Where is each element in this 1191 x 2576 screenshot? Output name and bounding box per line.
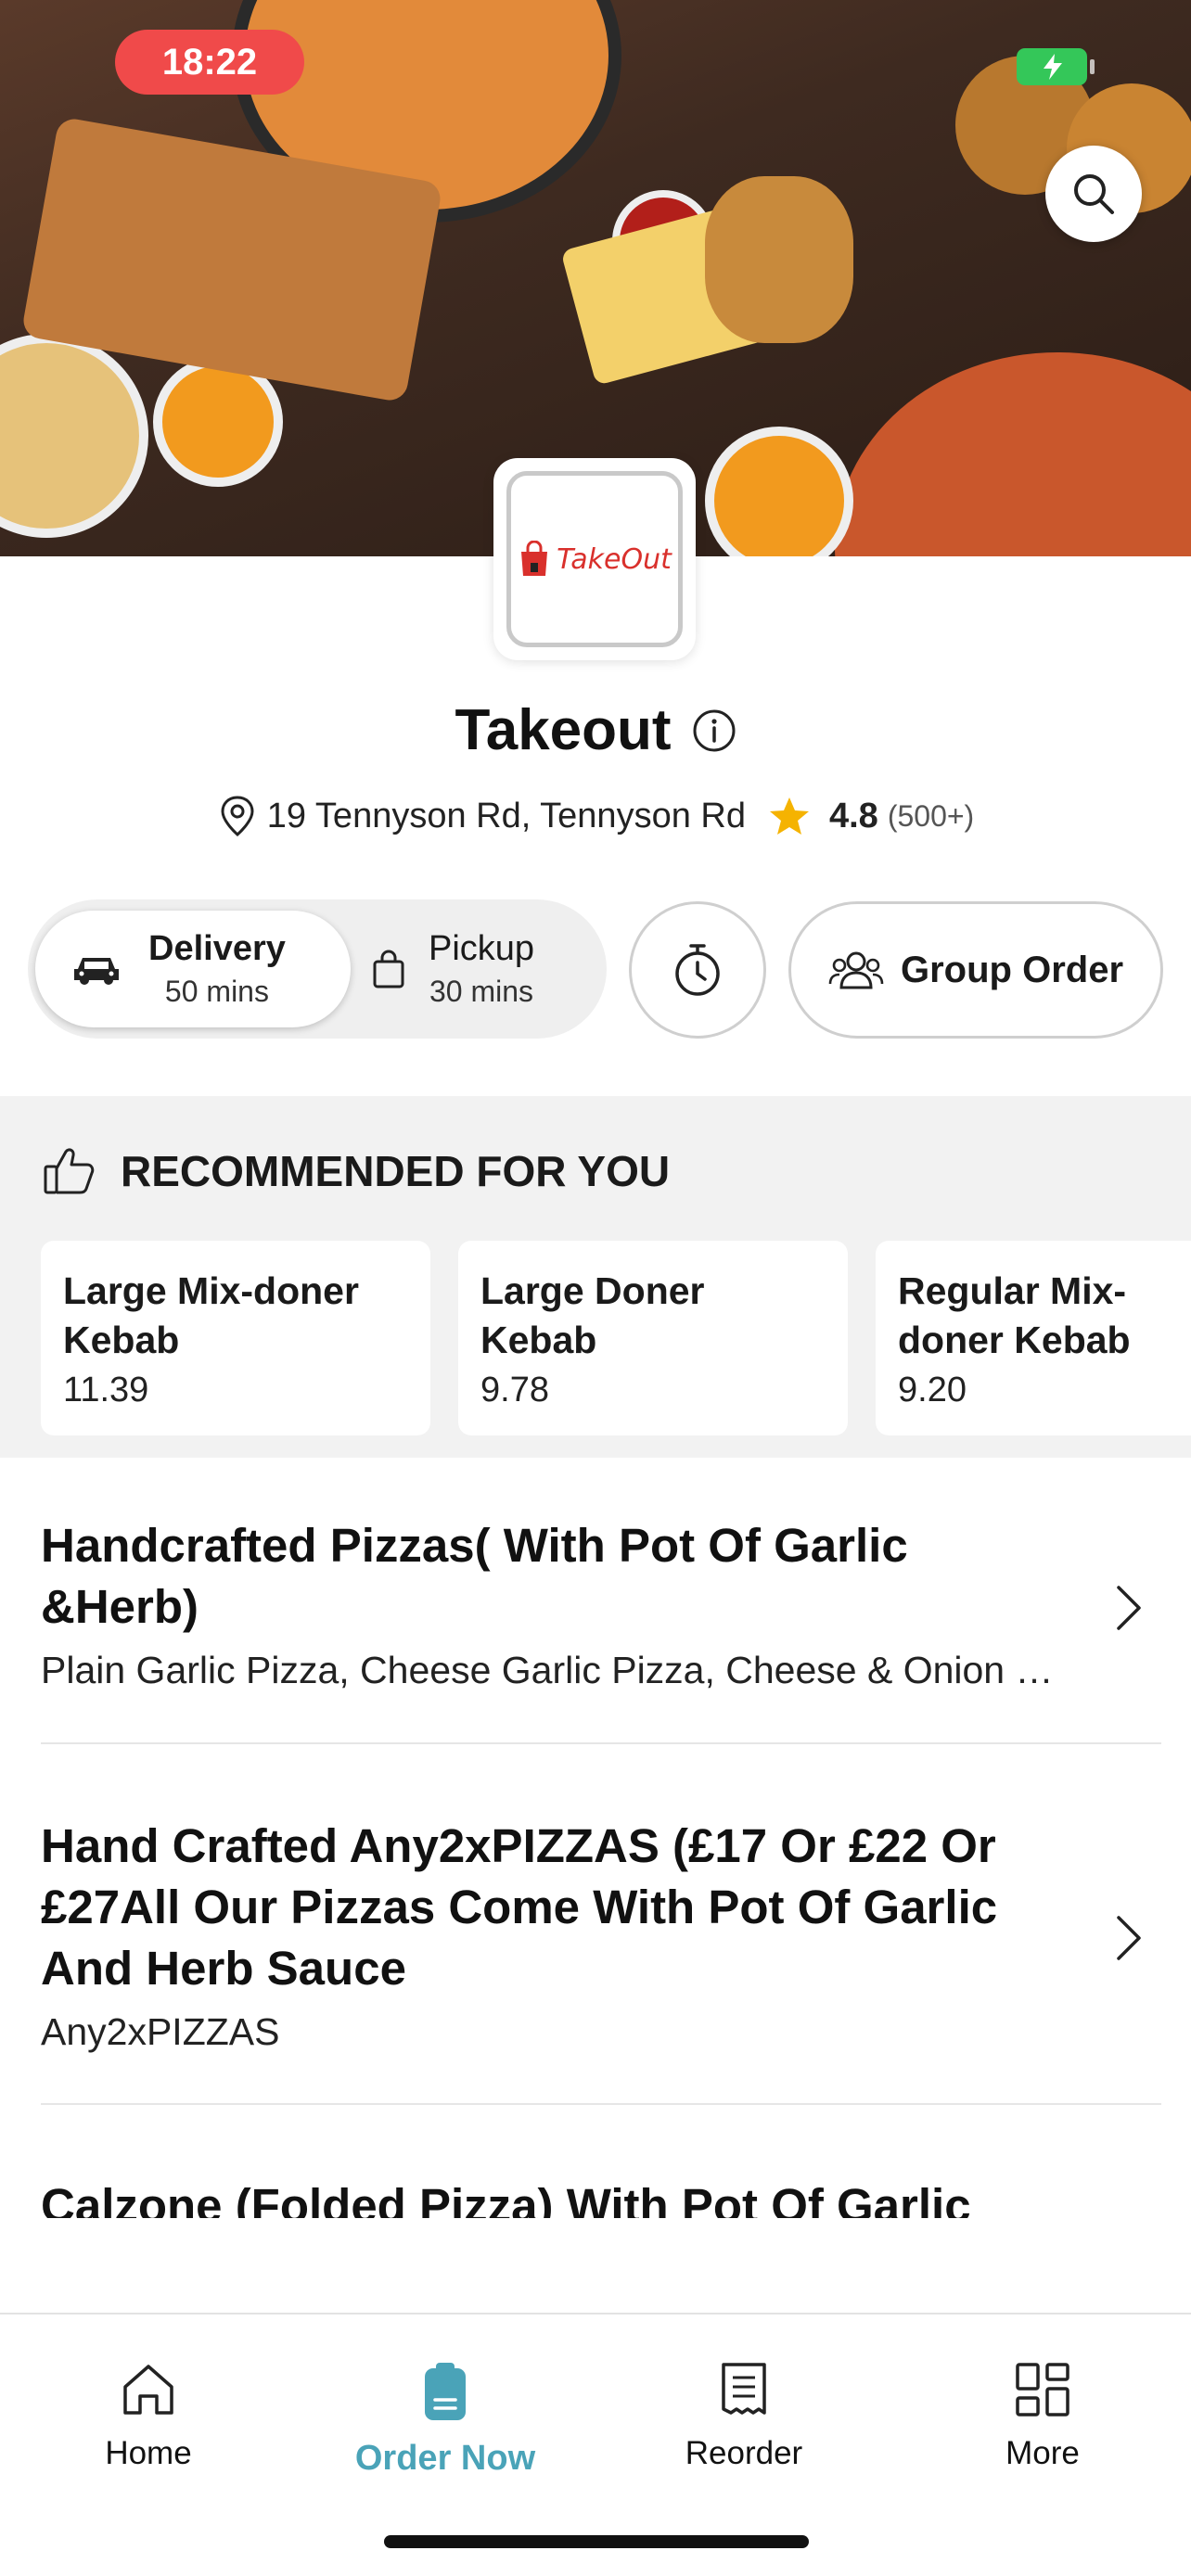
store-logo: TakeOut — [493, 458, 696, 660]
item-name: Large Mix-doner Kebab — [63, 1269, 359, 1361]
car-icon — [74, 958, 119, 985]
nav-reorder-label: Reorder — [685, 2435, 803, 2471]
pizza-image — [835, 352, 1191, 556]
nav-more-label: More — [1005, 2435, 1080, 2471]
nav-home-label: Home — [105, 2435, 192, 2471]
pickup-label: Pickup — [429, 929, 535, 968]
sauce-bowl-image — [705, 427, 853, 556]
item-price: 11.39 — [63, 1371, 149, 1409]
recommended-item[interactable]: Large Doner Kebab 9.78 — [458, 1241, 848, 1435]
store-name: Takeout — [455, 698, 672, 762]
info-icon[interactable] — [692, 708, 736, 753]
schedule-button[interactable] — [629, 901, 766, 1039]
pickup-option[interactable]: Pickup 30 mins — [371, 911, 603, 1027]
store-rating: 4.8 — [828, 796, 878, 835]
category-title: Calzone (Folded Pizza) With Pot Of Garli… — [41, 2179, 971, 2218]
grid-icon — [1016, 2363, 1069, 2417]
chevron-right-icon — [1117, 1586, 1141, 1630]
search-button[interactable] — [1045, 146, 1142, 242]
delivery-time: 50 mins — [164, 975, 269, 1008]
nachos-image — [0, 334, 148, 538]
nav-more[interactable]: More — [931, 2361, 1154, 2472]
divider — [41, 1742, 1161, 1744]
group-order-button[interactable]: Group Order — [788, 901, 1163, 1039]
delivery-label: Delivery — [148, 929, 286, 968]
store-meta: 19 Tennyson Rd, Tennyson Rd 4.8 (500+) — [0, 794, 1191, 838]
recommended-section: RECOMMENDED FOR YOU Large Mix-doner Keba… — [0, 1096, 1191, 1458]
chevron-right-icon — [1117, 1916, 1141, 1960]
category-title: Handcrafted Pizzas( With Pot Of Garlic &… — [41, 1519, 908, 1633]
recommended-title: RECOMMENDED FOR YOU — [121, 1147, 671, 1195]
home-icon — [123, 2365, 173, 2415]
location-pin-icon — [221, 796, 254, 836]
item-name: Regular Mix-doner Kebab — [898, 1269, 1131, 1361]
category-title: Hand Crafted Any2xPIZZAS (£17 Or £22 Or … — [41, 1819, 998, 1995]
recommended-item[interactable]: Large Mix-doner Kebab 11.39 — [41, 1241, 430, 1435]
shopping-bag-icon — [373, 950, 404, 988]
pickup-time: 30 mins — [429, 975, 534, 1008]
takeout-bag-icon — [521, 541, 548, 576]
order-mode-toggle: Delivery 50 mins Pickup 30 mins — [28, 899, 607, 1039]
item-name: Large Doner Kebab — [480, 1269, 705, 1361]
item-price: 9.20 — [898, 1371, 967, 1409]
nav-order-now[interactable]: Order Now — [334, 2361, 557, 2479]
nav-reorder[interactable]: Reorder — [633, 2361, 855, 2472]
divider — [41, 2103, 1161, 2105]
store-address: 19 Tennyson Rd, Tennyson Rd — [266, 796, 746, 835]
status-time: 18:22 — [115, 30, 304, 95]
order-icon — [425, 2363, 466, 2420]
star-icon — [769, 797, 809, 835]
group-order-label: Group Order — [900, 949, 1124, 990]
delivery-option[interactable]: Delivery 50 mins — [35, 911, 351, 1027]
nav-order-now-label: Order Now — [354, 2439, 536, 2478]
category-subtitle: Any2xPIZZAS — [41, 2010, 280, 2053]
stopwatch-icon — [675, 944, 720, 996]
thumbs-up-icon — [44, 1148, 95, 1194]
rating-count: (500+) — [887, 798, 975, 833]
nav-home[interactable]: Home — [37, 2361, 260, 2472]
chicken-image — [705, 176, 853, 343]
search-icon — [1074, 174, 1114, 214]
item-price: 9.78 — [480, 1371, 549, 1409]
group-icon — [828, 951, 884, 989]
category-subtitle: Plain Garlic Pizza, Cheese Garlic Pizza,… — [41, 1649, 1161, 1691]
category-row[interactable]: Hand Crafted Any2xPIZZAS (£17 Or £22 Or … — [41, 1816, 1161, 2054]
home-indicator — [384, 2535, 809, 2548]
category-row[interactable]: Handcrafted Pizzas( With Pot Of Garlic &… — [41, 1515, 1161, 1692]
recommended-item[interactable]: Regular Mix-doner Kebab 9.20 — [876, 1241, 1191, 1435]
logo-text: TakeOut — [557, 542, 672, 576]
store-header: Takeout — [0, 697, 1191, 763]
receipt-icon — [722, 2363, 766, 2415]
category-row-partial[interactable]: Calzone (Folded Pizza) With Pot Of Garli… — [41, 2175, 1161, 2218]
battery-icon — [1017, 48, 1095, 85]
